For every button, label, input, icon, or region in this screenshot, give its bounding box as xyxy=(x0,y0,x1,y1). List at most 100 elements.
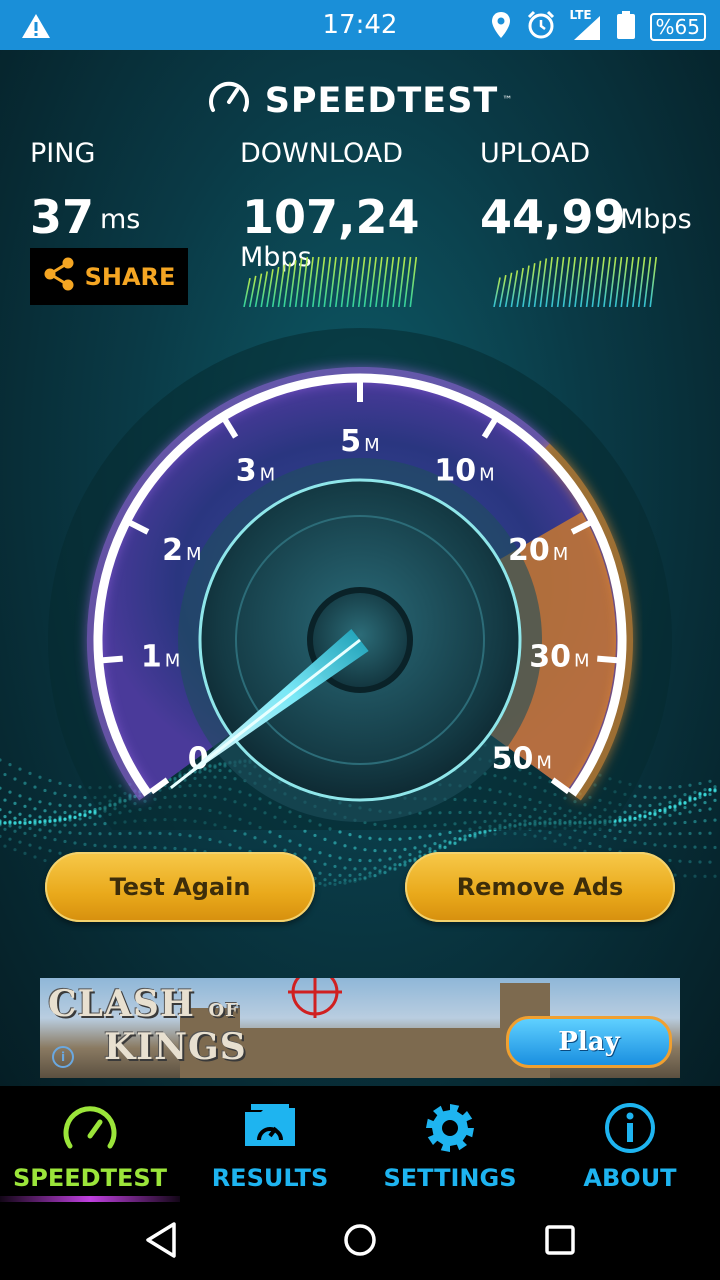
test-again-button[interactable]: Test Again xyxy=(45,852,315,922)
location-icon xyxy=(490,11,512,43)
sparkline-bar xyxy=(527,263,536,307)
brand-name: SPEEDTEST xyxy=(264,80,499,121)
sparkline-bar xyxy=(551,256,559,307)
sparkline-bar xyxy=(643,256,652,307)
sparkline-bar xyxy=(603,256,611,307)
sparkline-bar xyxy=(620,256,629,307)
sparkline-bar xyxy=(510,270,519,307)
sparkline-bar xyxy=(346,256,354,307)
home-icon[interactable] xyxy=(340,1220,380,1260)
sparkline-bar xyxy=(398,256,406,307)
ping-unit: ms xyxy=(100,204,141,235)
ad-title-line1: CLASH xyxy=(48,983,195,1025)
app-logo: SPEEDTEST ™ xyxy=(0,78,720,123)
speedometer-logo-icon xyxy=(207,78,251,123)
share-button[interactable]: SHARE xyxy=(30,248,188,305)
nav-settings[interactable]: SETTINGS xyxy=(360,1086,540,1202)
ping-value: 37 xyxy=(30,190,95,244)
ad-play-button[interactable]: Play xyxy=(506,1016,672,1068)
share-icon xyxy=(43,257,75,297)
nav-results[interactable]: RESULTS xyxy=(180,1086,360,1202)
upload-label: UPLOAD xyxy=(480,138,591,169)
recents-icon[interactable] xyxy=(540,1220,580,1260)
nav-about-label: ABOUT xyxy=(583,1164,677,1192)
status-bar: 17:42 LTE %65 xyxy=(0,0,720,50)
sparkline-bar xyxy=(539,258,548,307)
ad-title-line2: KINGS xyxy=(104,1026,247,1068)
sparkline-bar xyxy=(386,256,395,307)
sparkline-bar xyxy=(556,256,565,307)
download-sparkline xyxy=(243,256,418,307)
sparkline-bar xyxy=(357,256,366,307)
sparkline-bar xyxy=(323,256,332,307)
sparkline-bar xyxy=(312,256,320,307)
back-icon[interactable] xyxy=(142,1220,182,1260)
sparkline-bar xyxy=(317,256,326,307)
ad-title-of: OF xyxy=(208,1000,239,1021)
sparkline-bar xyxy=(392,256,400,307)
sparkline-bar xyxy=(574,256,582,307)
nav-speedtest[interactable]: SPEEDTEST xyxy=(0,1086,180,1202)
sparkline-bar xyxy=(504,272,513,307)
sparkline-bar xyxy=(637,256,646,307)
speed-gauge: 01 M2 M3 M5 M10 M20 M30 M50 M xyxy=(48,328,672,830)
sparkline-bar xyxy=(369,256,377,307)
sparkline-bar xyxy=(271,266,280,307)
sparkline-bar xyxy=(614,256,623,307)
alarm-icon xyxy=(526,10,556,44)
bottom-navigation: SPEEDTEST RESULTS SETTINGS ABOUT xyxy=(0,1086,720,1202)
ad-info-icon[interactable]: i xyxy=(52,1046,74,1068)
sparkline-bar xyxy=(380,256,389,307)
sparkline-bar xyxy=(300,256,309,307)
sparkline-bar xyxy=(266,269,274,307)
system-navigation-bar xyxy=(0,1202,720,1280)
gear-icon xyxy=(424,1102,476,1158)
sparkline-bar xyxy=(334,256,343,307)
sparkline-bar xyxy=(591,256,600,307)
sparkline-bar xyxy=(243,277,251,307)
info-icon xyxy=(604,1102,656,1158)
sparkline-bar xyxy=(283,262,291,307)
sparkline-bar xyxy=(579,256,588,307)
sparkline-bar xyxy=(597,256,605,307)
sparkline-bar xyxy=(403,256,412,307)
sparkline-bar xyxy=(294,258,303,307)
remove-ads-button[interactable]: Remove Ads xyxy=(405,852,675,922)
sparkline-bar xyxy=(248,275,257,307)
ad-title: CLASH OF KINGS xyxy=(48,986,247,1065)
download-value: 107,24 xyxy=(242,190,420,244)
gauge-tick xyxy=(102,655,123,664)
speedtest-app: SPEEDTEST ™ PING 37 ms DOWNLOAD 107,24 M… xyxy=(0,50,720,1086)
gauge-tick xyxy=(597,655,618,664)
sparkline-bar xyxy=(585,256,594,307)
sparkline-bar xyxy=(340,256,349,307)
sparkline-bar xyxy=(306,256,314,307)
sparkline-bar xyxy=(363,256,372,307)
crosshair-icon xyxy=(288,978,342,1018)
sparkline-bar xyxy=(254,273,263,307)
battery-icon xyxy=(616,10,636,44)
sparkline-bar xyxy=(409,256,418,307)
ad-banner[interactable]: CLASH OF KINGS Play i xyxy=(40,978,680,1078)
nav-settings-label: SETTINGS xyxy=(383,1164,517,1192)
sparkline-bar xyxy=(260,271,268,307)
upload-value: 44,99 xyxy=(480,190,626,244)
castle-wall xyxy=(240,1028,540,1078)
trademark: ™ xyxy=(502,95,514,106)
sparkline-bar xyxy=(568,256,577,307)
sparkline-bar xyxy=(533,260,542,307)
download-label: DOWNLOAD xyxy=(240,138,404,169)
sparkline-bar xyxy=(562,256,571,307)
sparkline-bar xyxy=(608,256,617,307)
sparkline-bar xyxy=(545,256,553,307)
speedometer-icon xyxy=(62,1102,118,1154)
sparkline-bar xyxy=(516,267,524,307)
nav-results-label: RESULTS xyxy=(211,1164,329,1192)
sparkline-bar xyxy=(493,277,501,307)
results-folder-icon xyxy=(241,1102,299,1154)
ping-label: PING xyxy=(30,138,96,169)
signal-icon: LTE xyxy=(570,8,602,42)
nav-speedtest-label: SPEEDTEST xyxy=(12,1164,167,1192)
nav-about[interactable]: ABOUT xyxy=(540,1086,720,1202)
battery-percent: %65 xyxy=(649,13,706,41)
